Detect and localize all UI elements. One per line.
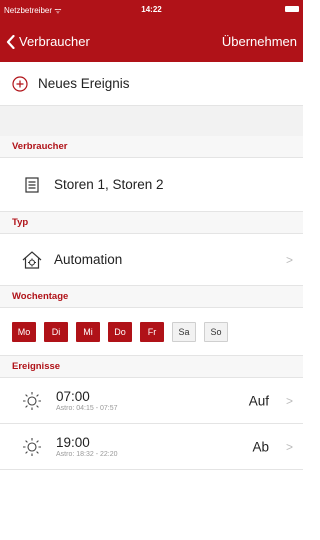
day-toggle-di[interactable]: Di — [44, 321, 68, 342]
day-toggle-sa[interactable]: Sa — [172, 321, 196, 342]
home-gear-icon — [20, 250, 44, 270]
consumer-value: Storen 1, Storen 2 — [54, 177, 164, 192]
event-time: 19:00 — [56, 434, 90, 450]
chevron-left-icon — [6, 34, 15, 49]
chevron-right-icon: > — [285, 439, 293, 454]
event-time: 07:00 — [56, 388, 90, 404]
chevron-right-icon: > — [285, 393, 293, 408]
type-value: Automation — [54, 252, 123, 267]
new-event-row[interactable]: Neues Ereignis — [0, 62, 303, 106]
type-row[interactable]: Automation > — [0, 234, 303, 286]
event-action: Auf — [248, 393, 269, 408]
event-row[interactable]: 19:00 Astro: 18:32 - 22:20 Ab > — [0, 424, 303, 470]
list-icon — [20, 176, 44, 193]
navigation-bar: Verbraucher Übernehmen — [0, 20, 303, 62]
add-circle-icon — [12, 75, 28, 92]
day-toggle-so[interactable]: So — [204, 321, 228, 342]
day-toggle-fr[interactable]: Fr — [140, 321, 164, 342]
section-header-weekdays: Wochentage — [0, 286, 303, 308]
weekday-selector: Mo Di Mi Do Fr Sa So — [0, 308, 303, 356]
section-header-type: Typ — [0, 212, 303, 234]
empty-area — [0, 470, 303, 540]
section-header-events: Ereignisse — [0, 356, 303, 378]
back-button-label: Verbraucher — [19, 34, 90, 49]
battery-icon — [285, 6, 299, 12]
status-time: 14:22 — [141, 5, 162, 14]
event-astro: Astro: 04:15 - 07:57 — [56, 404, 118, 412]
back-button[interactable]: Verbraucher — [6, 34, 90, 49]
new-event-label: Neues Ereignis — [38, 76, 130, 91]
day-toggle-mi[interactable]: Mi — [76, 321, 100, 342]
sun-icon — [20, 391, 44, 411]
section-header-consumer: Verbraucher — [0, 136, 303, 158]
apply-button[interactable]: Übernehmen — [222, 34, 297, 49]
sun-icon — [20, 437, 44, 457]
event-action: Ab — [252, 439, 269, 454]
consumer-row[interactable]: Storen 1, Storen 2 — [0, 158, 303, 212]
event-row[interactable]: 07:00 Astro: 04:15 - 07:57 Auf > — [0, 378, 303, 424]
chevron-right-icon: > — [285, 252, 293, 267]
day-toggle-do[interactable]: Do — [108, 321, 132, 342]
status-bar: Netzbetreiber ᯤ 14:22 — [0, 0, 303, 20]
section-spacer — [0, 106, 303, 136]
day-toggle-mo[interactable]: Mo — [12, 321, 36, 342]
event-astro: Astro: 18:32 - 22:20 — [56, 450, 118, 458]
